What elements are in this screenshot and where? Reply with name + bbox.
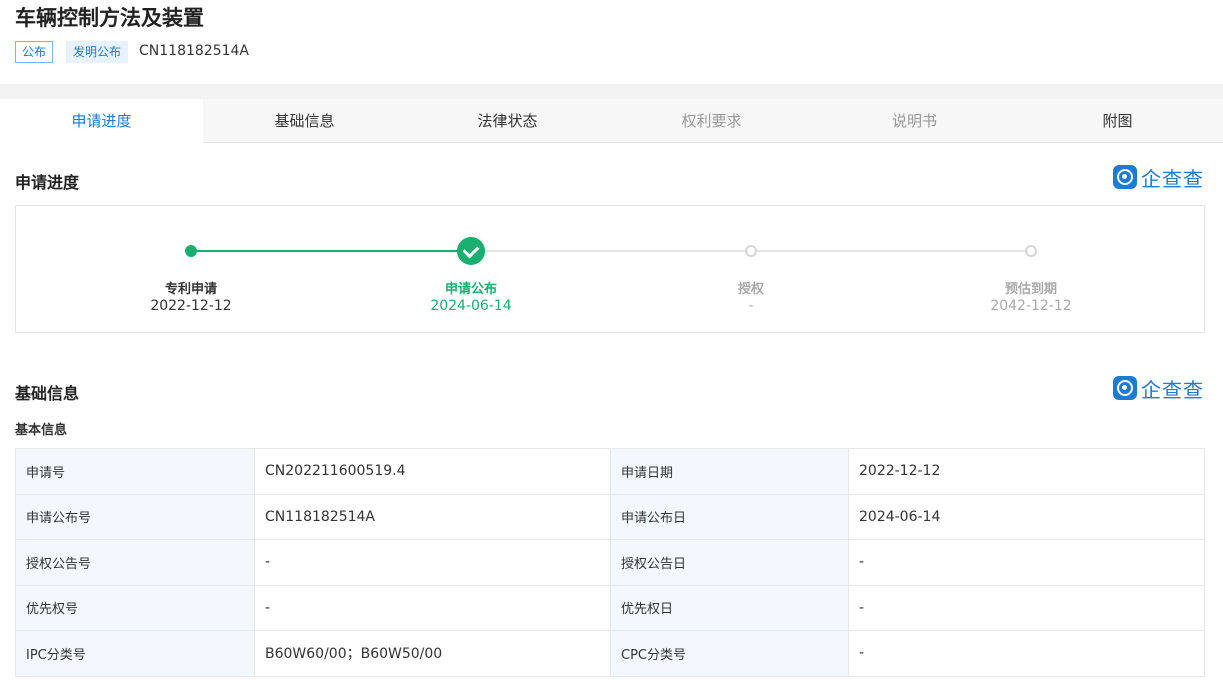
table-row: 优先权号 - 优先权日 - bbox=[15, 584, 1205, 631]
qcc-logo[interactable]: 企查查 bbox=[1113, 376, 1204, 402]
field-value: - bbox=[848, 630, 1205, 677]
basic-info-table: 申请号 CN202211600519.4 申请日期 2022-12-12 申请公… bbox=[15, 448, 1205, 677]
main-content: 申请进度 企查查 专利申请 2022-12-12 申请公布 2024-06-14… bbox=[0, 143, 1223, 680]
field-label: 申请公布日 bbox=[610, 493, 849, 540]
field-label: 优先权号 bbox=[15, 584, 255, 631]
qcc-logo-text: 企查查 bbox=[1141, 377, 1204, 402]
qcc-logo-text: 企查查 bbox=[1141, 166, 1204, 191]
field-label: 优先权日 bbox=[610, 584, 849, 631]
progress-timeline: 专利申请 2022-12-12 申请公布 2024-06-14 授权 - 预估到… bbox=[15, 205, 1205, 333]
field-value: - bbox=[254, 539, 611, 586]
step-label: 预估到期 bbox=[1004, 282, 1057, 297]
progress-section-title: 申请进度 bbox=[15, 173, 80, 192]
field-value: - bbox=[848, 584, 1205, 631]
field-value: - bbox=[848, 539, 1205, 586]
field-value: CN118182514A bbox=[254, 493, 611, 540]
step-node-granted bbox=[745, 245, 757, 257]
step-label: 申请公布 bbox=[444, 282, 497, 297]
field-label: CPC分类号 bbox=[610, 630, 849, 677]
type-badge: 发明公布 bbox=[66, 41, 129, 63]
step-date: 2042-12-12 bbox=[990, 298, 1072, 314]
table-row: 申请号 CN202211600519.4 申请日期 2022-12-12 bbox=[15, 448, 1205, 495]
field-label: 申请公布号 bbox=[15, 493, 255, 540]
step-node-filed bbox=[185, 245, 197, 257]
step-node-expiry bbox=[1025, 245, 1037, 257]
tab-basic-info[interactable]: 基础信息 bbox=[203, 99, 406, 143]
field-value: 2022-12-12 bbox=[848, 448, 1205, 495]
step-date: 2022-12-12 bbox=[150, 298, 232, 314]
step-date: 2024-06-14 bbox=[430, 298, 512, 314]
table-row: 授权公告号 - 授权公告日 - bbox=[15, 539, 1205, 586]
field-label: 授权公告日 bbox=[610, 539, 849, 586]
table-row: IPC分类号 B60W60/00；B60W50/00 CPC分类号 - bbox=[15, 630, 1205, 677]
patent-title: 车辆控制方法及装置 bbox=[15, 6, 204, 30]
field-value: CN202211600519.4 bbox=[254, 448, 611, 495]
field-value: B60W60/00；B60W50/00 bbox=[254, 630, 611, 677]
qcc-logo-icon bbox=[1113, 376, 1137, 400]
field-label: 授权公告号 bbox=[15, 539, 255, 586]
tab-claims[interactable]: 权利要求 bbox=[610, 99, 813, 143]
qcc-logo-icon bbox=[1113, 165, 1137, 189]
field-value: 2024-06-14 bbox=[848, 493, 1205, 540]
field-value: - bbox=[254, 584, 611, 631]
field-label: 申请日期 bbox=[610, 448, 849, 495]
publication-number: CN118182514A bbox=[139, 43, 249, 59]
basic-subsection-title: 基本信息 bbox=[15, 423, 68, 438]
field-label: IPC分类号 bbox=[15, 630, 255, 677]
step-date: - bbox=[748, 298, 754, 314]
qcc-logo[interactable]: 企查查 bbox=[1113, 165, 1204, 191]
tab-drawings[interactable]: 附图 bbox=[1016, 99, 1219, 143]
step-label: 专利申请 bbox=[164, 282, 217, 297]
table-row: 申请公布号 CN118182514A 申请公布日 2024-06-14 bbox=[15, 493, 1205, 540]
basic-section-title: 基础信息 bbox=[15, 384, 80, 403]
step-check-icon bbox=[457, 237, 485, 265]
tab-legal-status[interactable]: 法律状态 bbox=[406, 99, 609, 143]
status-badge: 公布 bbox=[15, 41, 54, 63]
field-label: 申请号 bbox=[15, 448, 255, 495]
step-label: 授权 bbox=[737, 282, 764, 297]
progress-track-complete bbox=[191, 250, 471, 252]
tab-bar: 申请进度 基础信息 法律状态 权利要求 说明书 附图 bbox=[0, 99, 1223, 144]
tab-application-progress[interactable]: 申请进度 bbox=[0, 99, 203, 144]
patent-header: 车辆控制方法及装置 公布 发明公布 CN118182514A bbox=[0, 0, 1223, 84]
tab-description[interactable]: 说明书 bbox=[813, 99, 1016, 143]
